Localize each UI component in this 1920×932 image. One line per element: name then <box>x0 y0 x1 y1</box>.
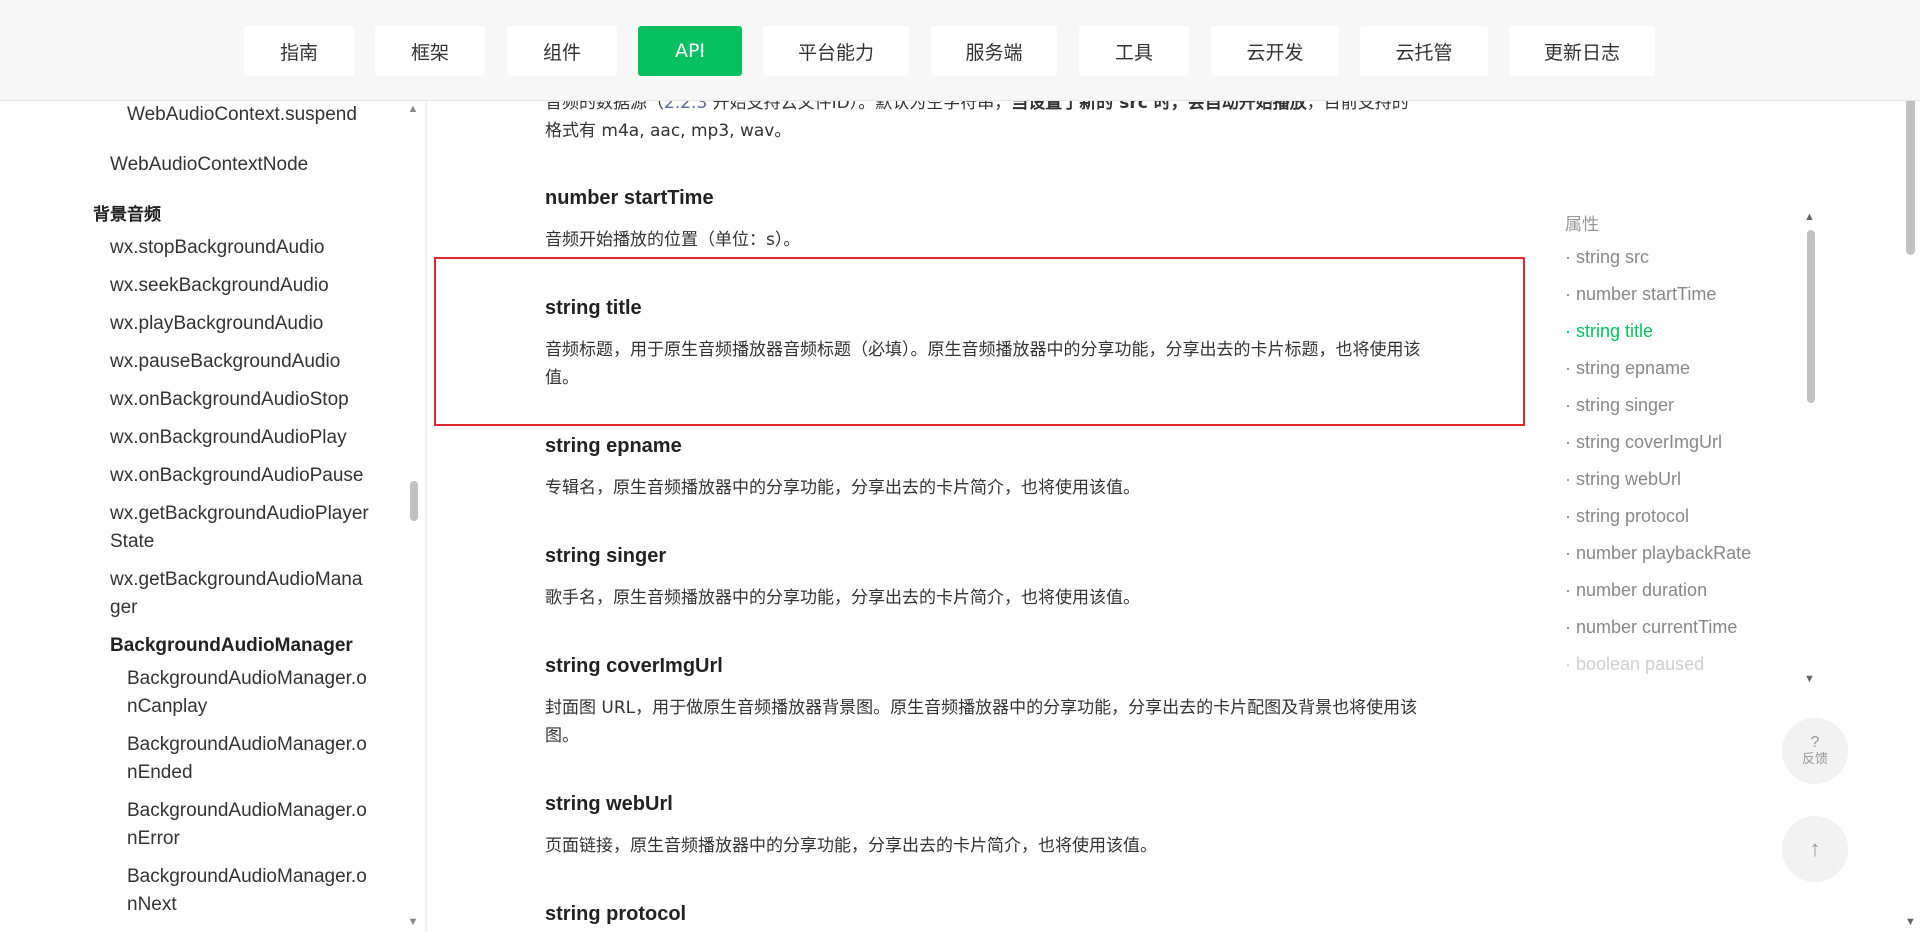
sidebar-item-backgroundaudiomanager[interactable]: BackgroundAudioManager <box>110 632 370 660</box>
prop-desc-singer: 歌手名，原生音频播放器中的分享功能，分享出去的卡片简介，也将使用该值。 <box>545 588 1140 608</box>
sidebar-item-getbackgroundaudiomanager[interactable]: wx.getBackgroundAudioManager <box>110 566 370 622</box>
src-desc-bold: 当设置了新的 src 时，会自动开始播放 <box>1011 101 1307 113</box>
sidebar-item-bam-oncanplay[interactable]: BackgroundAudioManager.onCanplay <box>127 665 377 721</box>
nav-item-tools[interactable]: 工具 <box>1079 26 1189 76</box>
arrow-up-icon: ↑ <box>1809 836 1821 861</box>
toc-item-currenttime[interactable]: · number currentTime <box>1565 617 1737 638</box>
sidebar-item-onbackgroundaudioplay[interactable]: wx.onBackgroundAudioPlay <box>110 424 370 452</box>
main-content: 音频的数据源（2.2.3 开始支持云文件ID）。默认为空字符串，当设置了新的 s… <box>427 101 1527 932</box>
toc-scroll-up-icon[interactable]: ▲ <box>1804 211 1815 223</box>
toc-item-protocol[interactable]: · string protocol <box>1565 506 1689 527</box>
toc: 属性 · string src · number startTime · str… <box>1560 205 1810 680</box>
sidebar-scroll-up-icon[interactable]: ▲ <box>407 103 419 115</box>
src-description: 音频的数据源（2.2.3 开始支持云文件ID）。默认为空字符串，当设置了新的 s… <box>545 101 1445 145</box>
prop-desc-coverimgurl: 封面图 URL，用于做原生音频播放器背景图。原生音频播放器中的分享功能，分享出去… <box>545 698 1418 746</box>
toc-item-singer[interactable]: · string singer <box>1565 395 1674 416</box>
feedback-button[interactable]: ? 反馈 <box>1782 718 1848 784</box>
question-icon: ? <box>1810 734 1820 751</box>
toc-item-src[interactable]: · string src <box>1565 247 1649 268</box>
nav-item-cloud-hosting[interactable]: 云托管 <box>1360 26 1488 76</box>
page-scrollbar-thumb[interactable] <box>1906 95 1915 255</box>
sidebar-item-bam-onnext[interactable]: BackgroundAudioManager.onNext <box>127 863 377 919</box>
src-desc-mid: 开始支持云文件ID）。默认为空字符串， <box>707 101 1012 113</box>
toc-scrollbar-thumb[interactable] <box>1807 230 1815 403</box>
prop-desc-title: 音频标题，用于原生音频播放器音频标题（必填）。原生音频播放器中的分享功能，分享出… <box>545 340 1421 388</box>
nav-item-platform[interactable]: 平台能力 <box>763 26 909 76</box>
nav-item-guide[interactable]: 指南 <box>244 26 354 76</box>
prop-desc-weburl: 页面链接，原生音频播放器中的分享功能，分享出去的卡片简介，也将使用该值。 <box>545 836 1157 856</box>
sidebar-item-webaudiocontextnode[interactable]: WebAudioContextNode <box>110 151 370 179</box>
sidebar-scroll-down-icon[interactable]: ▼ <box>407 916 419 928</box>
prop-desc-epname: 专辑名，原生音频播放器中的分享功能，分享出去的卡片简介，也将使用该值。 <box>545 478 1140 498</box>
prop-title-title: string title <box>545 297 642 319</box>
prop-title-starttime: number startTime <box>545 187 714 209</box>
nav-item-components[interactable]: 组件 <box>507 26 617 76</box>
sidebar-item-onbackgroundaudiostop[interactable]: wx.onBackgroundAudioStop <box>110 386 370 414</box>
nav-item-api[interactable]: API <box>638 26 742 76</box>
toc-item-paused[interactable]: · boolean paused <box>1565 654 1704 675</box>
sidebar-item-bam-onended[interactable]: BackgroundAudioManager.onEnded <box>127 731 377 787</box>
back-to-top-button[interactable]: ↑ <box>1782 816 1848 882</box>
nav-item-cloud-dev[interactable]: 云开发 <box>1211 26 1339 76</box>
toc-item-duration[interactable]: · number duration <box>1565 580 1707 601</box>
sidebar: WebAudioContext.suspend WebAudioContextN… <box>0 101 425 932</box>
toc-item-weburl[interactable]: · string webUrl <box>1565 469 1681 490</box>
prop-title-epname: string epname <box>545 435 682 457</box>
feedback-label: 反馈 <box>1801 752 1828 767</box>
prop-title-weburl: string webUrl <box>545 793 673 815</box>
prop-title-coverimgurl: string coverImgUrl <box>545 655 723 677</box>
src-desc-suffix: ，目前支持的 <box>1306 101 1409 113</box>
sidebar-group-background-audio: 背景音频 <box>93 205 161 225</box>
toc-item-epname[interactable]: · string epname <box>1565 358 1690 379</box>
prop-title-singer: string singer <box>545 545 667 567</box>
sidebar-scrollbar-thumb[interactable] <box>410 481 418 521</box>
sidebar-item-pausebackgroundaudio[interactable]: wx.pauseBackgroundAudio <box>110 348 370 376</box>
sidebar-item-bam-onerror[interactable]: BackgroundAudioManager.onError <box>127 797 377 853</box>
prop-title-protocol: string protocol <box>545 903 687 925</box>
toc-item-starttime[interactable]: · number startTime <box>1565 284 1716 305</box>
src-desc-prefix: 音频的数据源（ <box>545 101 664 113</box>
nav-item-framework[interactable]: 框架 <box>375 26 485 76</box>
toc-item-coverimgurl[interactable]: · string coverImgUrl <box>1565 432 1722 453</box>
src-desc-version-link[interactable]: 2.2.3 <box>664 101 707 113</box>
sidebar-item-webaudiocontext-suspend[interactable]: WebAudioContext.suspend <box>127 101 377 129</box>
sidebar-item-stopbackgroundaudio[interactable]: wx.stopBackgroundAudio <box>110 234 370 262</box>
toc-item-title[interactable]: · string title <box>1565 321 1653 342</box>
toc-scroll-down-icon[interactable]: ▼ <box>1804 673 1815 685</box>
top-nav: 指南 框架 组件 API 平台能力 服务端 工具 云开发 云托管 更新日志 <box>0 0 1920 101</box>
sidebar-item-getbackgroundaudioplayerstate[interactable]: wx.getBackgroundAudioPlayerState <box>110 500 370 556</box>
prop-desc-starttime: 音频开始播放的位置（单位：s）。 <box>545 230 801 250</box>
sidebar-item-seekbackgroundaudio[interactable]: wx.seekBackgroundAudio <box>110 272 370 300</box>
sidebar-item-playbackgroundaudio[interactable]: wx.playBackgroundAudio <box>110 310 370 338</box>
src-desc-line2: 格式有 m4a, aac, mp3, wav。 <box>545 121 792 141</box>
sidebar-item-onbackgroundaudiopause[interactable]: wx.onBackgroundAudioPause <box>110 462 370 490</box>
nav-item-changelog[interactable]: 更新日志 <box>1509 26 1655 76</box>
toc-heading: 属性 <box>1565 215 1599 235</box>
toc-item-playbackrate[interactable]: · number playbackRate <box>1565 543 1751 564</box>
nav-item-server[interactable]: 服务端 <box>931 26 1057 76</box>
page-scroll-down-icon[interactable]: ▼ <box>1905 916 1916 928</box>
